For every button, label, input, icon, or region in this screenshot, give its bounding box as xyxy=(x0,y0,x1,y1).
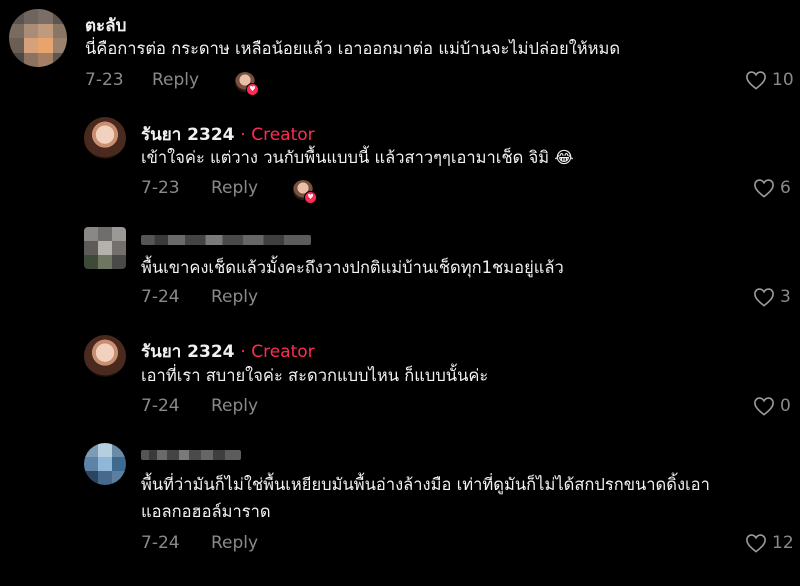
like-button[interactable]: 10 xyxy=(745,70,794,90)
like-count: 3 xyxy=(780,287,791,307)
avatar[interactable] xyxy=(9,9,67,67)
like-count: 0 xyxy=(780,396,791,416)
comment-text-line-2: แอลกอฮอล์มาราด xyxy=(141,502,271,521)
creator-liked-avatar-icon: ♥ xyxy=(235,72,259,96)
like-count: 10 xyxy=(772,70,794,90)
comment-text: นี่คือการต่อ กระดาษ เหลือน้อยแล้ว เอาออก… xyxy=(85,39,621,58)
comment-date: 7-24 xyxy=(141,533,180,553)
creator-avatar[interactable] xyxy=(84,117,126,159)
comment-text-line-1: พื้นที่ว่ามันก็ไม่ใช่พื้นเหยียบมันพื้นอ่… xyxy=(141,475,710,494)
reply-button[interactable]: Reply xyxy=(211,396,258,416)
comment-text: เข้าใจค่ะ แต่วาง วนกับพื้นแบบนี้ แล้วสาว… xyxy=(141,148,574,167)
heart-outline-icon xyxy=(754,288,774,307)
reply-button[interactable]: Reply xyxy=(152,70,199,90)
comment-text: พื้นเขาคงเช็ดแล้วมั้งคะถึงวางปกติแม่บ้าน… xyxy=(141,258,564,277)
heart-outline-icon xyxy=(746,71,766,90)
comment-date: 7-23 xyxy=(141,178,180,198)
heart-outline-icon xyxy=(754,179,774,198)
comment-date: 7-24 xyxy=(141,396,180,416)
like-button[interactable]: 3 xyxy=(753,287,791,307)
reply-button[interactable]: Reply xyxy=(211,178,258,198)
reply-button[interactable]: Reply xyxy=(211,287,258,307)
comment-text: เอาที่เรา สบายใจค่ะ สะดวกแบบไหน ก็แบบนั้… xyxy=(141,366,489,385)
heart-badge-icon: ♥ xyxy=(246,83,259,96)
heart-outline-icon xyxy=(754,397,774,416)
creator-avatar[interactable] xyxy=(84,335,126,377)
comment-date: 7-24 xyxy=(141,287,180,307)
blurred-username[interactable] xyxy=(141,450,241,460)
like-count: 12 xyxy=(772,533,794,553)
creator-badge: · Creator xyxy=(240,125,315,145)
creator-liked-avatar-icon: ♥ xyxy=(293,180,317,204)
like-button[interactable]: 0 xyxy=(753,396,791,416)
avatar[interactable] xyxy=(84,443,126,485)
like-button[interactable]: 12 xyxy=(745,533,794,553)
comment-date: 7-23 xyxy=(85,70,124,90)
avatar[interactable] xyxy=(84,227,126,269)
like-count: 6 xyxy=(780,178,791,198)
like-button[interactable]: 6 xyxy=(753,178,791,198)
heart-outline-icon xyxy=(746,534,766,553)
reply-button[interactable]: Reply xyxy=(211,533,258,553)
creator-badge: · Creator xyxy=(240,342,315,362)
blurred-username[interactable] xyxy=(141,235,311,245)
heart-badge-icon: ♥ xyxy=(304,191,317,204)
